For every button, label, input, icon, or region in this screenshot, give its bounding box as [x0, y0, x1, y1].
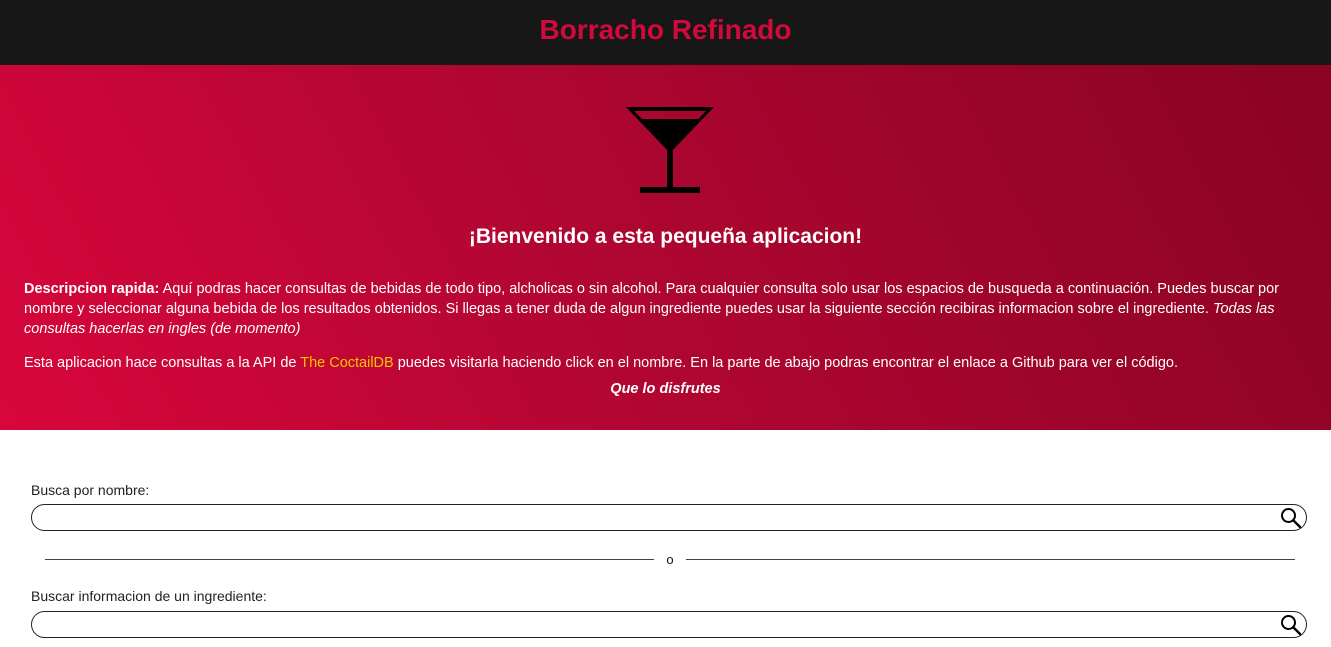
quick-description: Descripcion rapida: Aquí podras hacer co…: [24, 279, 1311, 339]
search-icon[interactable]: [1279, 613, 1303, 637]
name-search-input[interactable]: [32, 505, 1306, 530]
cocktail-glass-icon: [626, 107, 714, 193]
site-title: Borracho Refinado: [539, 13, 792, 45]
hero-section: ¡Bienvenido a esta pequeña aplicacion! D…: [0, 65, 1331, 430]
search-icon[interactable]: [1279, 506, 1303, 530]
divider-text: o: [666, 551, 674, 567]
enjoy-message: Que lo disfrutes: [610, 381, 721, 397]
api-info-text: Esta aplicacion hace consultas a la API …: [24, 355, 301, 371]
api-link[interactable]: The CoctailDB: [300, 355, 393, 371]
name-search-box: [31, 504, 1307, 531]
api-info-text-end: puedes visitarla haciendo click en el no…: [393, 355, 1178, 371]
welcome-heading: ¡Bienvenido a esta pequeña aplicacion!: [468, 225, 863, 248]
description-text: Aquí podras hacer consultas de bebidas d…: [24, 281, 1280, 317]
divider-line: [45, 558, 655, 560]
ingredient-search-box: [31, 611, 1307, 638]
api-info: Esta aplicacion hace consultas a la API …: [24, 353, 1311, 373]
ingredient-search-input[interactable]: [32, 612, 1306, 637]
search-section: Busca por nombre: o Buscar informacion d…: [0, 430, 1331, 647]
ingredient-search-label: Buscar informacion de un ingrediente:: [31, 588, 267, 604]
or-divider: o: [45, 551, 1296, 567]
divider-line: [685, 558, 1296, 560]
name-search-label: Busca por nombre:: [31, 482, 150, 498]
top-bar: Borracho Refinado: [0, 0, 1331, 65]
description-label: Descripcion rapida:: [24, 281, 160, 297]
